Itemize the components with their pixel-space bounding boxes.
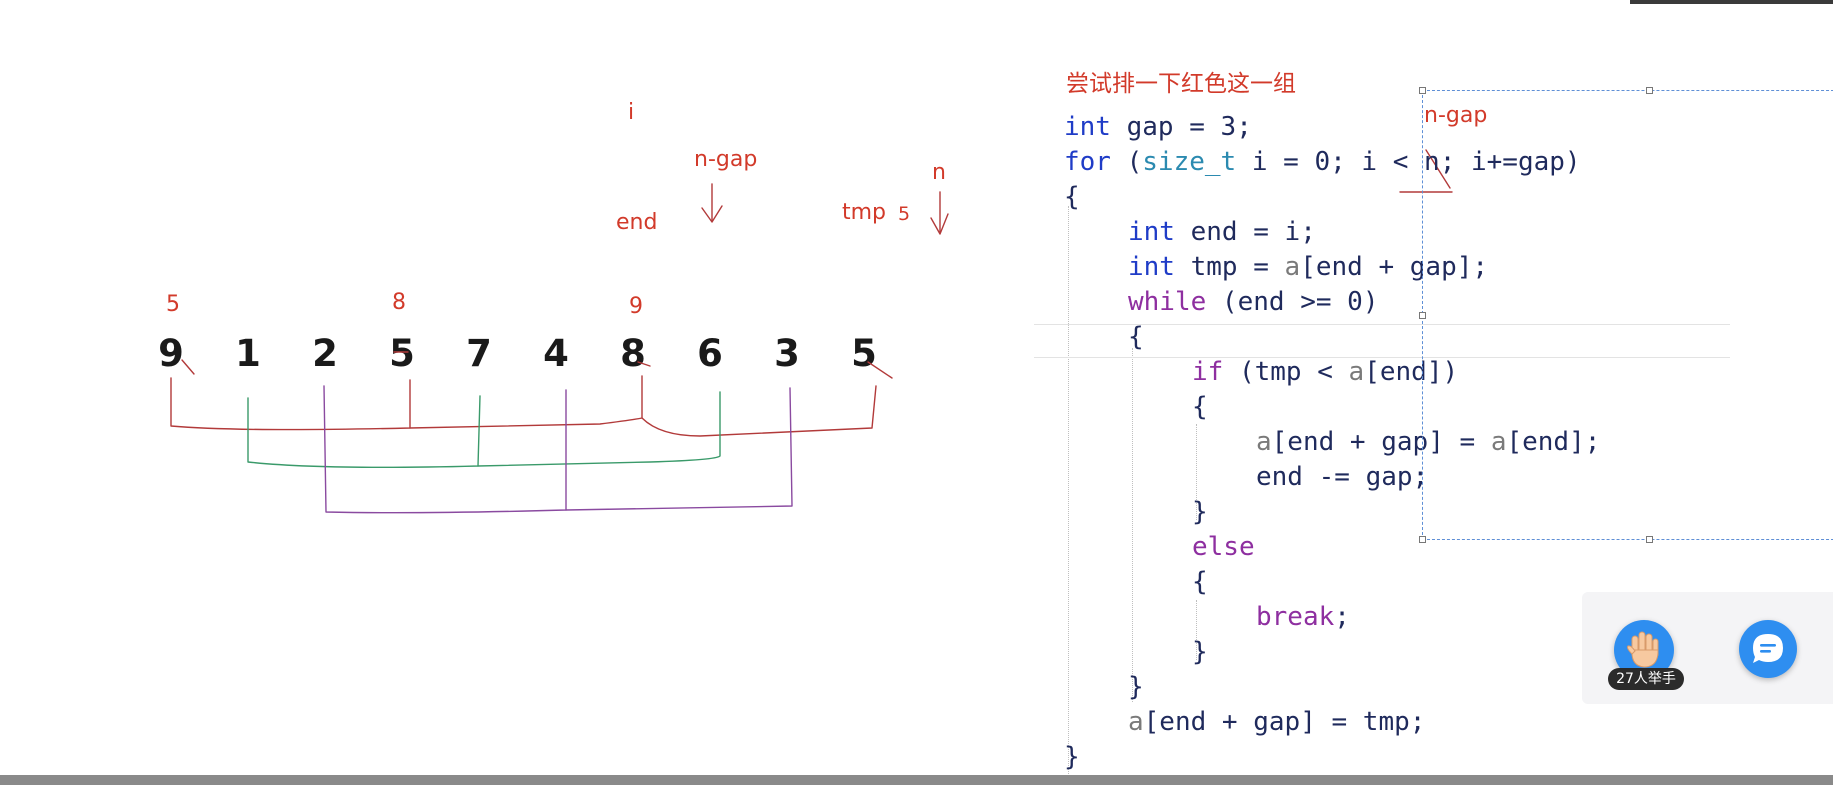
scrollbar[interactable] — [0, 775, 1833, 785]
arrow-down-icon — [701, 183, 723, 223]
code-line: else — [1192, 532, 1255, 562]
arrow-down-icon — [930, 191, 949, 235]
selection-box[interactable] — [1422, 90, 1833, 540]
code-line: int end = i; — [1128, 217, 1316, 247]
red-group-bracket — [170, 375, 877, 437]
code-line: } — [1128, 672, 1144, 702]
lecture-canvas: 尝试排一下红色这一组 i n-gap n end tmp 5 5 8 9 9 1… — [0, 0, 1833, 785]
chat-button[interactable] — [1739, 620, 1797, 678]
code-line: a[end + gap] = tmp; — [1128, 707, 1426, 737]
code-line: { — [1128, 322, 1144, 352]
resize-handle[interactable] — [1419, 536, 1426, 543]
label-n-gap-code: n-gap — [1424, 103, 1488, 128]
chat-icon — [1753, 634, 1783, 663]
resize-handle[interactable] — [1646, 536, 1653, 543]
code-line: int gap = 3; — [1064, 112, 1252, 142]
code-line: } — [1192, 637, 1208, 667]
code-line: } — [1064, 742, 1080, 772]
code-line: { — [1192, 392, 1208, 422]
code-line: { — [1064, 182, 1080, 212]
resize-handle[interactable] — [1419, 312, 1426, 319]
indent-guide — [1132, 348, 1133, 702]
raise-hand-count: 27人举手 — [1608, 668, 1684, 690]
code-line: end -= gap; — [1256, 462, 1429, 492]
resize-handle[interactable] — [1419, 87, 1426, 94]
resize-handle[interactable] — [1646, 87, 1653, 94]
code-line: if (tmp < a[end]) — [1192, 357, 1459, 387]
indent-guide — [1068, 206, 1069, 776]
code-line: { — [1192, 567, 1208, 597]
code-line: break; — [1256, 602, 1350, 632]
purple-group-bracket — [323, 385, 793, 514]
code-line: while (end >= 0) — [1128, 287, 1379, 317]
code-line: } — [1192, 497, 1208, 527]
tick-mark — [181, 351, 893, 379]
